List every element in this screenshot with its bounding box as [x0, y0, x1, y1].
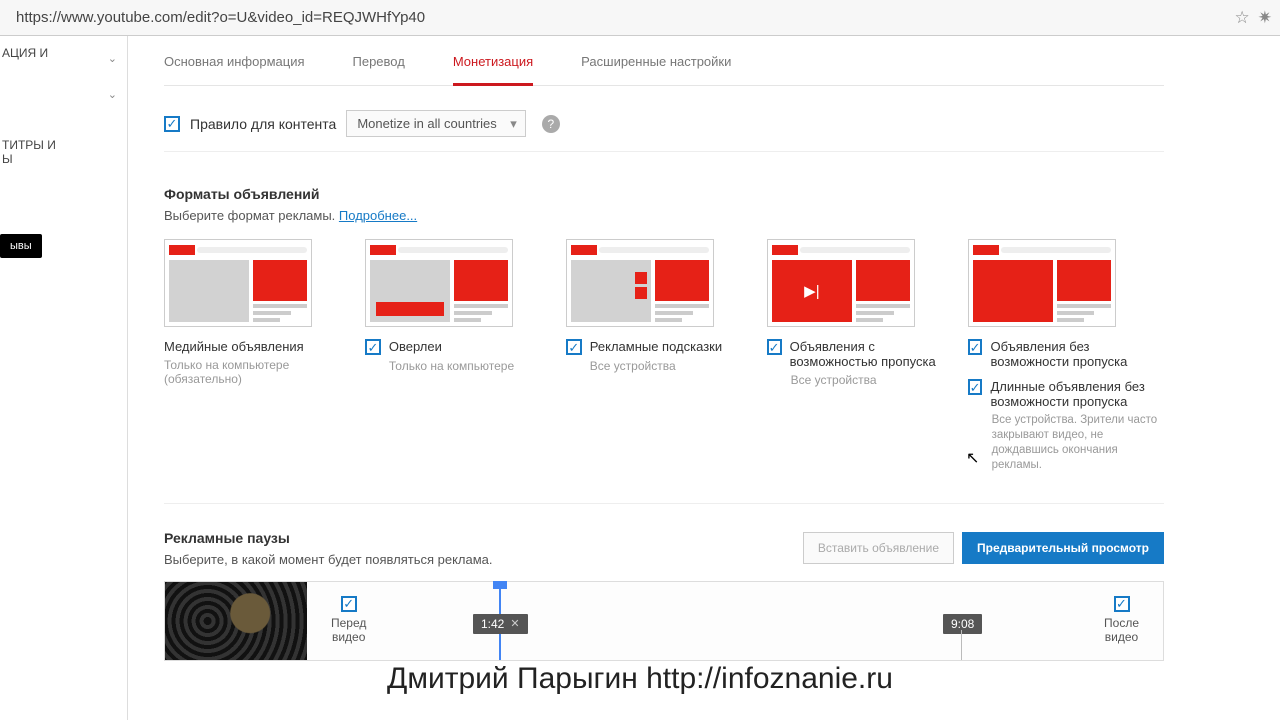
tab-basic-info[interactable]: Основная информация [164, 54, 305, 85]
sidebar-item-label: ТИТРЫ И Ы [2, 138, 56, 166]
post-roll-marker[interactable]: ✓ После видео [1104, 596, 1139, 644]
pre-roll-checkbox[interactable]: ✓ [341, 596, 357, 612]
ad-marker-time: 9:08 [951, 617, 974, 631]
format-preview [968, 239, 1116, 327]
pre-roll-marker[interactable]: ✓ Перед видео [331, 596, 366, 644]
ad-formats-sub-text: Выберите формат рекламы. [164, 208, 339, 223]
format-sub: Только на компьютере [389, 359, 538, 373]
extension-icon[interactable]: ✷ [1258, 8, 1272, 28]
tab-monetization[interactable]: Монетизация [453, 54, 533, 86]
post-roll-checkbox[interactable]: ✓ [1114, 596, 1130, 612]
format-sub: Только на компьютере (обязательно) [164, 358, 337, 386]
format-title: Оверлеи [389, 339, 442, 354]
tabs: Основная информация Перевод Монетизация … [164, 36, 1164, 86]
marker-line [961, 630, 962, 660]
timeline-track[interactable]: ✓ Перед видео 1:42 ✕ 9:08 ✓ После видео [307, 582, 1163, 660]
format-checkbox[interactable]: ✓ [767, 339, 782, 355]
format-sub: Все устройства [791, 373, 940, 387]
youtube-logo-icon [571, 245, 597, 255]
sidebar-item-label: АЦИЯ И [2, 46, 48, 60]
reviews-button[interactable]: ывы [0, 234, 42, 258]
left-sidebar: АЦИЯ И ⌄ ⌄ ТИТРЫ И Ы ывы [0, 36, 128, 720]
policy-dropdown[interactable]: Monetize in all countries [346, 110, 525, 137]
format-skippable: ▶| ✓ Объявления с возможностью пропуска … [767, 239, 940, 473]
help-icon[interactable]: ? [542, 115, 560, 133]
format-preview: ▶| [767, 239, 915, 327]
ad-formats-heading: Форматы объявлений [164, 186, 1280, 202]
format-checkbox[interactable]: ✓ [365, 339, 381, 355]
close-icon[interactable]: ✕ [510, 617, 519, 630]
format-preview [566, 239, 714, 327]
ad-breaks-section: Рекламные паузы Выберите, в какой момент… [164, 503, 1164, 661]
youtube-logo-icon [772, 245, 798, 255]
main-panel: Основная информация Перевод Монетизация … [128, 36, 1280, 720]
chevron-down-icon: ⌄ [108, 52, 117, 65]
pre-roll-label: Перед видео [331, 616, 366, 644]
timeline[interactable]: ✓ Перед видео 1:42 ✕ 9:08 ✓ После видео [164, 581, 1164, 661]
format-checkbox[interactable]: ✓ [968, 339, 983, 355]
format-overlay: ✓ Оверлеи Только на компьютере [365, 239, 538, 473]
sidebar-item[interactable]: ⌄ [0, 78, 127, 90]
format-preview [164, 239, 312, 327]
ad-breaks-heading: Рекламные паузы [164, 530, 493, 546]
star-icon[interactable]: ☆ [1235, 8, 1250, 28]
format-nonskippable: ✓ Объявления без возможности пропуска ✓ … [968, 239, 1164, 473]
format-sponsored-cards: ✓ Рекламные подсказки Все устройства [566, 239, 739, 473]
skip-icon: ▶| [772, 260, 852, 322]
video-thumbnail [165, 582, 307, 660]
format-checkbox[interactable]: ✓ [968, 379, 983, 395]
url-input[interactable] [8, 5, 1227, 30]
ad-marker-time: 1:42 [481, 617, 504, 631]
address-bar: ☆ ✷ [0, 0, 1280, 36]
format-title: Объявления с возможностью пропуска [790, 339, 940, 369]
insert-ad-button[interactable]: Вставить объявление [803, 532, 954, 564]
format-preview [365, 239, 513, 327]
learn-more-link[interactable]: Подробнее... [339, 208, 417, 223]
ad-marker[interactable]: 9:08 [943, 614, 982, 634]
format-title: Длинные объявления без возможности пропу… [990, 379, 1164, 409]
format-title: Объявления без возможности пропуска [990, 339, 1164, 369]
policy-label: Правило для контента [190, 116, 336, 132]
ad-formats-row: Медийные объявления Только на компьютере… [164, 239, 1164, 473]
preview-button[interactable]: Предварительный просмотр [962, 532, 1164, 564]
format-display-ads: Медийные объявления Только на компьютере… [164, 239, 337, 473]
chevron-down-icon: ⌄ [108, 88, 117, 101]
format-sub: Все устройства. Зрители часто закрывают … [992, 413, 1164, 473]
policy-checkbox[interactable]: ✓ [164, 116, 180, 132]
youtube-logo-icon [973, 245, 999, 255]
format-title: Медийные объявления [164, 339, 304, 354]
tab-advanced[interactable]: Расширенные настройки [581, 54, 731, 85]
format-checkbox[interactable]: ✓ [566, 339, 582, 355]
youtube-logo-icon [370, 245, 396, 255]
ad-formats-sub: Выберите формат рекламы. Подробнее... [164, 208, 1280, 223]
format-sub: Все устройства [590, 359, 739, 373]
watermark-text: Дмитрий Парыгин http://infoznanie.ru [0, 662, 1280, 696]
sidebar-item[interactable]: АЦИЯ И ⌄ [0, 42, 127, 68]
youtube-logo-icon [169, 245, 195, 255]
content-policy-row: ✓ Правило для контента Monetize in all c… [164, 86, 1164, 152]
sidebar-item[interactable]: ТИТРЫ И Ы [0, 134, 127, 174]
format-title: Рекламные подсказки [590, 339, 722, 354]
post-roll-label: После видео [1104, 616, 1139, 644]
tab-translation[interactable]: Перевод [353, 54, 405, 85]
ad-breaks-sub: Выберите, в какой момент будет появлятьс… [164, 552, 493, 567]
ad-marker[interactable]: 1:42 ✕ [473, 614, 528, 634]
